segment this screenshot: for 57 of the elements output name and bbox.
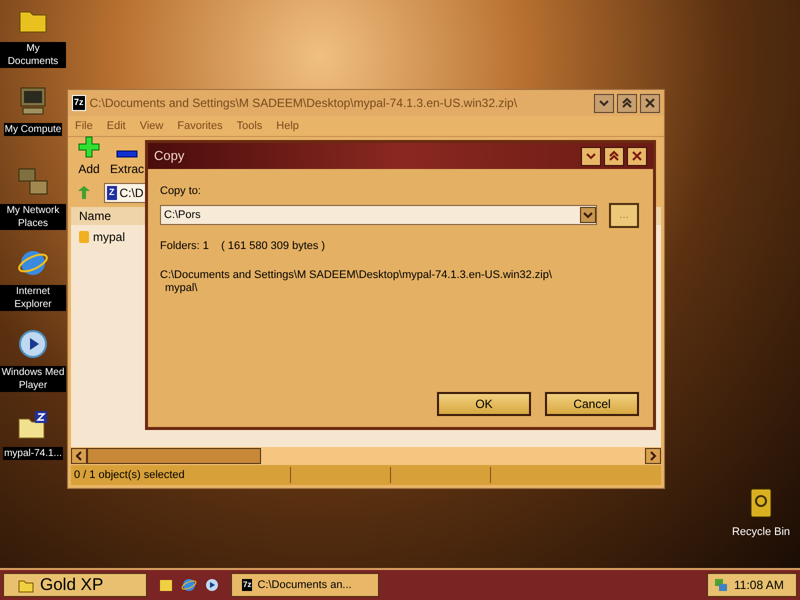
menu-item[interactable]: Edit — [106, 118, 126, 134]
source-path: mypal\ — [164, 282, 198, 295]
globe-e-icon[interactable] — [181, 577, 197, 593]
clock: 11:08 AM — [734, 577, 784, 594]
minimize-button[interactable] — [581, 146, 601, 166]
maximize-button[interactable] — [604, 146, 624, 166]
app-logo: 7z — [72, 95, 86, 111]
desktop-icon-label[interactable]: Internet Explorer — [0, 285, 66, 311]
zip-folder-icon — [17, 409, 49, 441]
app-logo: 7z — [242, 579, 252, 591]
dialog-button[interactable]: Cancel — [545, 392, 639, 416]
minimize-chevron-icon — [585, 151, 597, 161]
column-header[interactable]: Name — [71, 207, 141, 225]
recycle-bin-icon — [750, 488, 772, 518]
dropdown-caret-icon[interactable] — [580, 207, 596, 223]
scroll-thumb[interactable] — [87, 448, 261, 464]
folder-icon[interactable] — [159, 578, 173, 592]
toolbar-button[interactable]: Add — [78, 136, 100, 178]
double-chevron-up-icon — [608, 150, 620, 162]
source-path: C:\Documents and Settings\M SADEEM\Desktop\mypal-74.1.3.en-US.win32.zip\ — [160, 269, 553, 282]
minimize-button[interactable] — [594, 94, 614, 112]
status-text: 0 / 1 object(s) selected — [71, 466, 291, 484]
close-icon — [644, 97, 656, 109]
desktop-icon-label[interactable]: Recycle Bin — [732, 524, 790, 540]
horizontal-scrollbar[interactable] — [71, 447, 661, 465]
zip-badge: Z — [107, 186, 116, 200]
start-button[interactable]: Gold XP — [3, 573, 147, 597]
desktop-icon-label[interactable]: Windows Med Player — [0, 366, 66, 392]
desktop-icon-label[interactable]: mypal-74.1... — [3, 447, 63, 460]
close-button[interactable] — [627, 146, 647, 166]
scroll-right-button[interactable] — [645, 448, 661, 464]
toolbar-button[interactable]: Extrac — [110, 136, 144, 178]
scroll-left-button[interactable] — [71, 448, 87, 464]
window-title: C:\Documents and Settings\M SADEEM\Desktop\mypal-74.1.3.en-US.win32.zip\ — [90, 95, 518, 112]
dialog-title: Copy — [154, 147, 186, 166]
folders-summary: Folders: 1 ( 161 580 309 bytes ) — [160, 238, 326, 254]
desktop-icon-label[interactable]: My Compute — [4, 123, 62, 136]
menu-item[interactable]: Tools — [236, 118, 262, 134]
dialog-button[interactable]: OK — [437, 392, 531, 416]
taskbar-button[interactable]: 7z C:\Documents an... — [231, 573, 379, 597]
play-icon[interactable] — [205, 578, 219, 592]
desktop-icon-label[interactable]: My Documents — [0, 42, 66, 68]
menu-item[interactable]: Help — [276, 118, 299, 134]
close-button[interactable] — [640, 94, 660, 112]
plus-icon — [78, 136, 100, 158]
file-row[interactable]: mypal — [71, 227, 141, 247]
destination-combo-box[interactable]: C:\Pors — [160, 205, 597, 225]
menu-item[interactable]: Favorites — [177, 118, 223, 134]
close-icon — [631, 150, 643, 162]
minimize-chevron-icon — [598, 98, 610, 108]
folder-icon — [79, 230, 89, 244]
menu-item[interactable]: File — [75, 118, 93, 134]
desktop-icon-label[interactable]: My Network Places — [0, 204, 66, 230]
menu-item[interactable]: View — [140, 118, 164, 134]
maximize-button[interactable] — [617, 94, 637, 112]
minus-icon — [116, 150, 138, 158]
double-chevron-up-icon — [621, 97, 633, 109]
